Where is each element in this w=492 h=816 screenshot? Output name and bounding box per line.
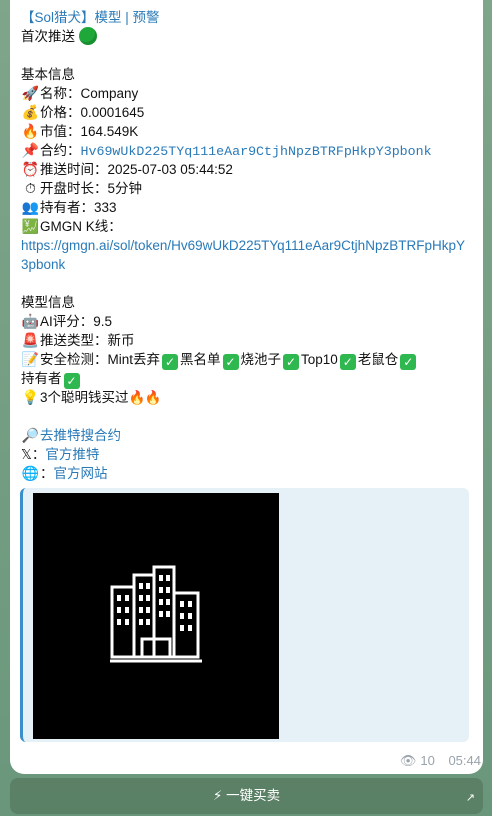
safety-item: 烧池子: [240, 352, 282, 367]
check-mark-icon: ✓: [222, 354, 239, 370]
holders-label: 持有者：: [40, 200, 94, 215]
fire-icon: 🔥: [21, 124, 40, 140]
smart-money-row: 💡3个聪明钱买过🔥🔥: [21, 388, 471, 407]
message-bubble: 【Sol猎犬】模型 | 预警 首次推送 基本信息 🚀名称：Company 💰价格…: [10, 0, 483, 774]
mcap-label: 市值：: [40, 124, 81, 139]
money-bag-icon: 💰: [21, 105, 40, 121]
quick-trade-label: ⚡ 一键买卖: [212, 788, 281, 803]
twitter-search-row: 🔎去推特搜合约: [21, 426, 471, 445]
view-count: 10: [420, 753, 435, 768]
contract-row: 📌合约：Hv69wUkD225TYq111eAar9CtjhNpzBTRFpHk…: [21, 141, 471, 160]
first-push-label: 首次推送: [21, 29, 75, 44]
official-twitter-link[interactable]: 官方推特: [45, 447, 99, 462]
green-circle-icon: [79, 27, 97, 45]
x-label: 𝕏：: [21, 447, 46, 462]
check-mark-icon: ✓: [63, 373, 80, 389]
gmgn-label: GMGN K线：: [40, 219, 122, 234]
official-website-link[interactable]: 官方网站: [54, 466, 108, 481]
ai-score-label: AI评分：: [40, 314, 94, 329]
holders-row: 👥持有者：333: [21, 198, 471, 217]
external-link-icon: ↗: [465, 791, 475, 804]
push-time-value: 2025-07-03 05:44:52: [107, 162, 233, 177]
pushpin-icon: 📌: [21, 143, 40, 159]
check-mark-icon: ✓: [283, 354, 300, 370]
safety-item: Top10: [301, 352, 338, 367]
message-meta: 👁 10 05:44: [400, 753, 481, 769]
gmgn-row: 💹GMGN K线：: [21, 217, 471, 236]
push-time-label: 推送时间：: [40, 162, 108, 177]
siren-icon: 🚨: [21, 333, 40, 349]
name-row: 🚀名称：Company: [21, 84, 471, 103]
fire-icon: 🔥: [144, 390, 162, 406]
open-duration-value: 5分钟: [107, 181, 143, 196]
globe-icon: 🌐: [21, 466, 40, 482]
price-label: 价格：: [40, 105, 81, 120]
web-row: 🌐：官方网站: [21, 464, 471, 483]
web-label: ：: [40, 466, 54, 481]
safety-item: 老鼠仓: [357, 352, 399, 367]
chart-icon: 💹: [21, 219, 40, 235]
fire-icon: 🔥: [128, 390, 146, 406]
message-time: 05:44: [448, 753, 481, 768]
open-duration-label: 开盘时长：: [40, 181, 108, 196]
magnifier-icon: 🔎: [21, 428, 40, 444]
people-icon: 👥: [21, 200, 40, 216]
alarm-clock-icon: ⏰: [21, 162, 40, 178]
safety-row: 📝安全检测：Mint丢弃 ✓ 黑名单 ✓ 烧池子 ✓ Top10 ✓ 老鼠仓 ✓: [21, 350, 471, 370]
price-value: 0.0001645: [80, 105, 145, 120]
contract-address[interactable]: Hv69wUkD225TYq111eAar9CtjhNpzBTRFpHkpY3p…: [81, 144, 432, 159]
ai-score-value: 9.5: [93, 314, 113, 329]
header-line: 【Sol猎犬】模型 | 预警: [21, 8, 471, 27]
open-duration-row: ⏱ 开盘时长：5分钟: [21, 179, 471, 198]
first-push-line: 首次推送: [21, 27, 471, 46]
rocket-icon: 🚀: [21, 86, 40, 102]
stopwatch-icon: ⏱: [25, 181, 36, 197]
preview-image[interactable]: [33, 493, 279, 739]
safety-row-cont: 持有者 ✓: [21, 369, 471, 389]
mcap-value: 164.549K: [80, 124, 139, 139]
name-label: 名称：: [40, 86, 81, 101]
x-row: 𝕏：官方推特: [21, 445, 471, 464]
safety-label: 安全检测：: [40, 352, 108, 367]
push-type-row: 🚨推送类型：新币: [21, 331, 471, 350]
quick-trade-button[interactable]: ⚡ 一键买卖 ↗: [10, 778, 483, 814]
bulb-icon: 💡: [21, 390, 40, 406]
smart-money-text: 3个聪明钱买过: [40, 390, 129, 405]
mcap-row: 🔥市值：164.549K: [21, 122, 471, 141]
gmgn-link[interactable]: https://gmgn.ai/sol/token/Hv69wUkD225TYq…: [21, 236, 471, 274]
safety-item: 持有者: [21, 371, 62, 386]
robot-icon: 🤖: [21, 314, 40, 330]
memo-icon: 📝: [21, 352, 40, 368]
ai-score-row: 🤖AI评分：9.5: [21, 312, 471, 331]
header-title[interactable]: 【Sol猎犬】模型 | 预警: [21, 10, 160, 25]
model-info-title: 模型信息: [21, 295, 75, 310]
push-type-value: 新币: [107, 333, 135, 348]
push-time-row: ⏰推送时间：2025-07-03 05:44:52: [21, 160, 471, 179]
check-mark-icon: ✓: [400, 354, 417, 370]
safety-item: Mint丢弃: [107, 352, 161, 367]
twitter-search-link[interactable]: 去推特搜合约: [40, 428, 121, 443]
eye-icon: 👁: [399, 754, 417, 769]
basic-info-title: 基本信息: [21, 67, 75, 82]
safety-item: 黑名单: [180, 352, 221, 367]
push-type-label: 推送类型：: [40, 333, 108, 348]
price-row: 💰价格：0.0001645: [21, 103, 471, 122]
holders-value: 333: [94, 200, 117, 215]
contract-label: 合约：: [40, 143, 81, 158]
building-icon: [110, 565, 202, 663]
check-mark-icon: ✓: [339, 354, 356, 370]
check-mark-icon: ✓: [162, 354, 179, 370]
link-preview[interactable]: [20, 488, 469, 742]
name-value: Company: [80, 86, 139, 101]
